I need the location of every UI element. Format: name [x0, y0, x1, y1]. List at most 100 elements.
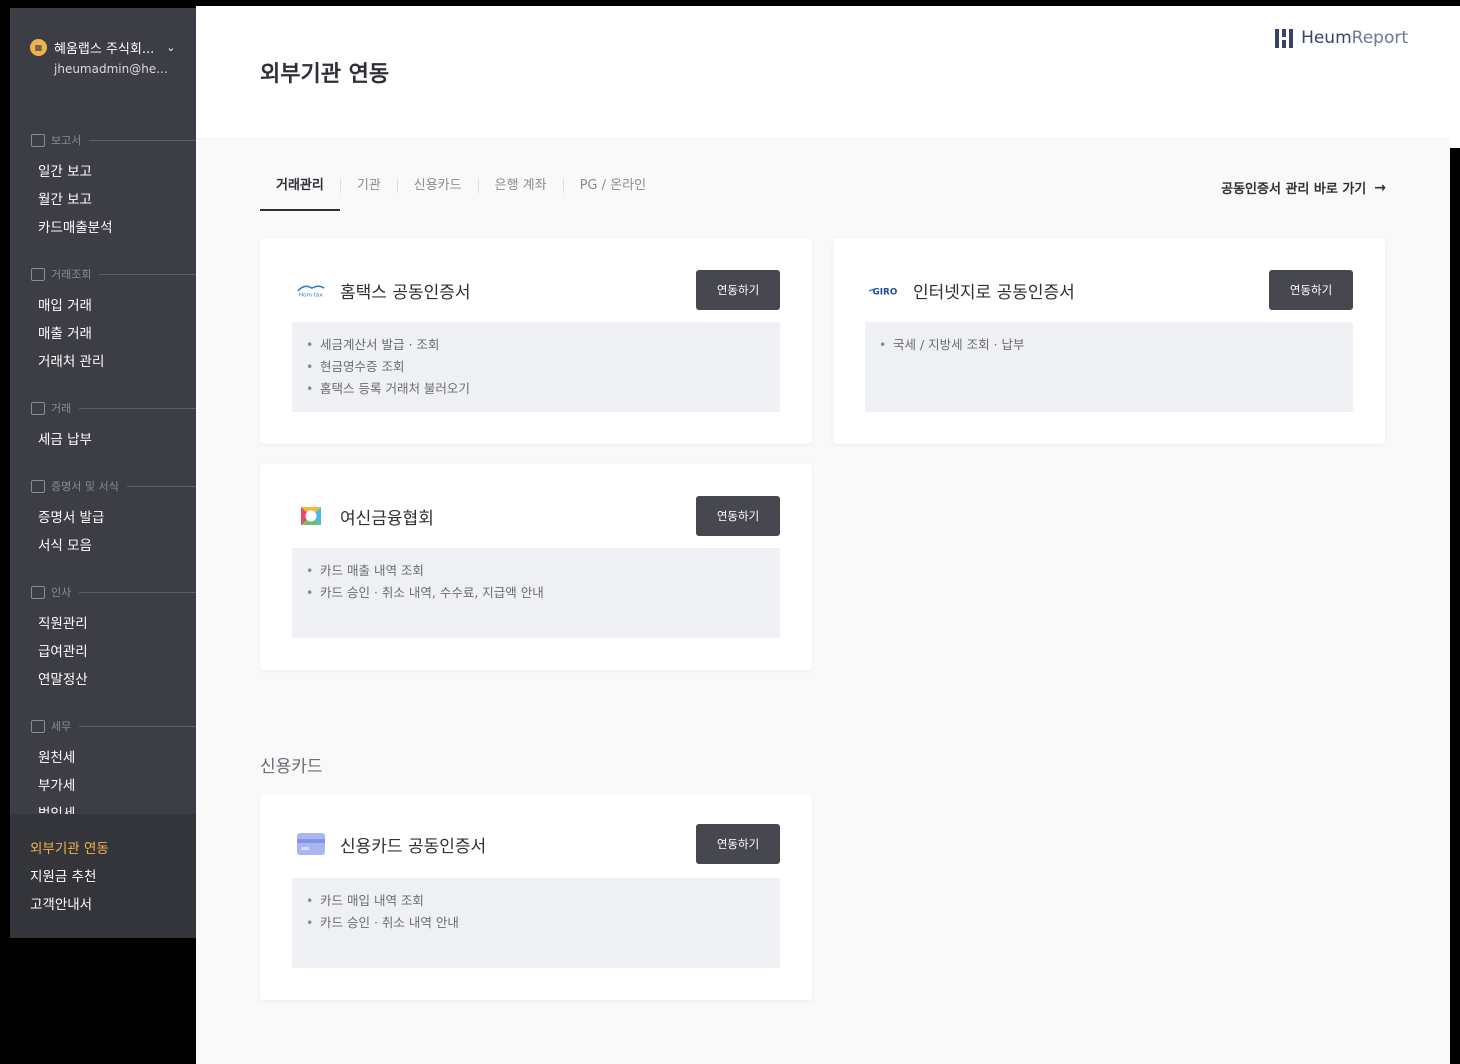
sidebar-item[interactable]: 원천세	[10, 744, 196, 772]
sidebar-item[interactable]: 서식 모음	[10, 532, 196, 560]
person-icon	[31, 585, 45, 599]
sidebar-item[interactable]: 부가세	[10, 772, 196, 800]
crefia-card: 여신금융협회 연동하기 카드 매출 내역 조회 카드 승인 · 취소 내역, 수…	[260, 464, 812, 670]
feature-list: 카드 매출 내역 조회 카드 승인 · 취소 내역, 수수료, 지급액 안내	[292, 548, 780, 638]
calculator-icon	[31, 719, 45, 733]
sidebar-section-title: 증명서 및 서식	[51, 480, 119, 493]
svg-text:Hom·tax: Hom·tax	[299, 293, 324, 298]
credit-card-icon	[296, 830, 326, 858]
sidebar-section-title: 거래조회	[51, 268, 92, 281]
org-name: 혜움랩스 주식회...	[54, 42, 155, 57]
org-email: jheumadmin@he...	[54, 62, 168, 76]
document-icon	[31, 479, 45, 493]
sidebar-item[interactable]: 증명서 발급	[10, 504, 196, 532]
page-title: 외부기관 연동	[260, 62, 390, 87]
sidebar-item-guide[interactable]: 고객안내서	[10, 891, 196, 919]
tab-institutions[interactable]: 기관	[341, 171, 397, 211]
sidebar-item[interactable]: 일간 보고	[10, 158, 196, 186]
list-item: 카드 승인 · 취소 내역, 수수료, 지급액 안내	[306, 582, 780, 604]
sidebar: ▦ 혜움랩스 주식회... ⌄ jheumadmin@he... 보고서일간 보…	[10, 8, 196, 938]
connect-button-hometax[interactable]: 연동하기	[696, 270, 780, 310]
section-title-credit-card: 신용카드	[260, 757, 323, 777]
svg-text:GIRO: GIRO	[873, 287, 898, 297]
sidebar-item[interactable]: 세금 납부	[10, 426, 196, 454]
org-switcher[interactable]: ▦ 혜움랩스 주식회... ⌄ jheumadmin@he...	[10, 8, 196, 130]
connect-button-credit-card[interactable]: 연동하기	[696, 824, 780, 864]
sidebar-item-subsidy[interactable]: 지원금 추천	[10, 863, 196, 891]
feature-list: 국세 / 지방세 조회 · 납부	[865, 322, 1353, 412]
sidebar-item-external-link[interactable]: 외부기관 연동	[10, 835, 196, 863]
list-item: 현금영수증 조회	[306, 356, 780, 378]
sidebar-section-header: 거래	[10, 398, 196, 418]
feature-list: 카드 매입 내역 조회 카드 승인 · 취소 내역 안내	[292, 878, 780, 968]
sidebar-item[interactable]: 직원관리	[10, 610, 196, 638]
sidebar-section: 거래세금 납부	[10, 398, 196, 454]
divider	[126, 485, 196, 487]
heum-report-logo: HeumReport	[1275, 28, 1408, 48]
feature-list: 세금계산서 발급 · 조회 현금영수증 조회 홈택스 등록 거래처 불러오기	[292, 322, 780, 412]
tab-bar: 거래관리 기관 신용카드 은행 계좌 PG / 온라인	[260, 171, 662, 211]
sidebar-item[interactable]: 카드매출분석	[10, 214, 196, 242]
sidebar-item[interactable]: 매출 거래	[10, 320, 196, 348]
sidebar-section: 세무원천세부가세법인세	[10, 716, 196, 828]
giro-card: GIRO 인터넷지로 공동인증서 연동하기 국세 / 지방세 조회 · 납부	[833, 238, 1385, 444]
sidebar-item[interactable]: 월간 보고	[10, 186, 196, 214]
sidebar-bottom-menu: 외부기관 연동 지원금 추천 고객안내서	[10, 814, 196, 938]
list-item: 국세 / 지방세 조회 · 납부	[879, 334, 1353, 356]
crefia-logo	[296, 502, 326, 530]
divider	[79, 591, 196, 593]
divider	[89, 139, 196, 141]
tab-bank-account[interactable]: 은행 계좌	[479, 171, 563, 211]
sidebar-item[interactable]: 거래처 관리	[10, 348, 196, 376]
chart-icon	[31, 133, 45, 147]
list-item: 카드 승인 · 취소 내역 안내	[306, 912, 780, 934]
cert-link-label: 공동인증서 관리 바로 가기	[1221, 182, 1367, 197]
hometax-card: Hom·tax 홈택스 공동인증서 연동하기 세금계산서 발급 · 조회 현금영…	[260, 238, 812, 444]
logo-text-bold: Heum	[1301, 28, 1352, 48]
hometax-logo: Hom·tax	[296, 276, 326, 304]
sidebar-item[interactable]: 연말정산	[10, 666, 196, 694]
giro-logo: GIRO	[869, 276, 899, 304]
list-item: 카드 매입 내역 조회	[306, 890, 780, 912]
card-title: 신용카드 공동인증서	[340, 836, 487, 857]
sidebar-section-title: 세무	[51, 720, 72, 733]
tab-credit-card[interactable]: 신용카드	[398, 171, 478, 211]
sidebar-section-header: 보고서	[10, 130, 196, 150]
card-title: 여신금융협회	[340, 508, 434, 529]
trend-icon	[31, 267, 45, 281]
scrollbar[interactable]	[1450, 6, 1460, 148]
list-item: 세금계산서 발급 · 조회	[306, 334, 780, 356]
tab-pg-online[interactable]: PG / 온라인	[564, 171, 662, 211]
chevron-down-icon[interactable]: ⌄	[166, 41, 175, 54]
connect-button-giro[interactable]: 연동하기	[1269, 270, 1353, 310]
tab-transactions[interactable]: 거래관리	[260, 171, 340, 211]
sidebar-section-title: 보고서	[51, 134, 82, 147]
sidebar-section-title: 인사	[51, 586, 72, 599]
page-header: 외부기관 연동 HeumReport	[196, 6, 1450, 138]
connect-button-crefia[interactable]: 연동하기	[696, 496, 780, 536]
logo-mark-icon	[1275, 28, 1295, 48]
list-item: 홈택스 등록 거래처 불러오기	[306, 378, 780, 400]
logo-text-light: Report	[1351, 28, 1408, 48]
arrow-right-icon: →	[1374, 179, 1386, 196]
sidebar-section-header: 세무	[10, 716, 196, 736]
divider	[79, 725, 196, 727]
sidebar-section-header: 인사	[10, 582, 196, 602]
building-icon: ▦	[30, 39, 47, 56]
sidebar-section: 거래조회매입 거래 매출 거래 거래처 관리	[10, 264, 196, 376]
sidebar-section-title: 거래	[51, 402, 72, 415]
sidebar-section: 인사직원관리 급여관리 연말정산	[10, 582, 196, 694]
main-content: 외부기관 연동 HeumReport 거래관리 기관 신용카드 은행 계좌 PG…	[196, 6, 1450, 1064]
sidebar-section: 보고서일간 보고 월간 보고 카드매출분석	[10, 130, 196, 242]
sidebar-section: 증명서 및 서식증명서 발급 서식 모음	[10, 476, 196, 560]
cert-management-link[interactable]: 공동인증서 관리 바로 가기 →	[1221, 178, 1386, 198]
transfer-icon	[31, 401, 45, 415]
sidebar-section-header: 증명서 및 서식	[10, 476, 196, 496]
sidebar-item[interactable]: 급여관리	[10, 638, 196, 666]
list-item: 카드 매출 내역 조회	[306, 560, 780, 582]
sidebar-section-header: 거래조회	[10, 264, 196, 284]
sidebar-item[interactable]: 매입 거래	[10, 292, 196, 320]
credit-card-cert-card: 신용카드 공동인증서 연동하기 카드 매입 내역 조회 카드 승인 · 취소 내…	[260, 794, 812, 1000]
card-title: 인터넷지로 공동인증서	[913, 282, 1075, 303]
card-title: 홈택스 공동인증서	[340, 282, 471, 303]
